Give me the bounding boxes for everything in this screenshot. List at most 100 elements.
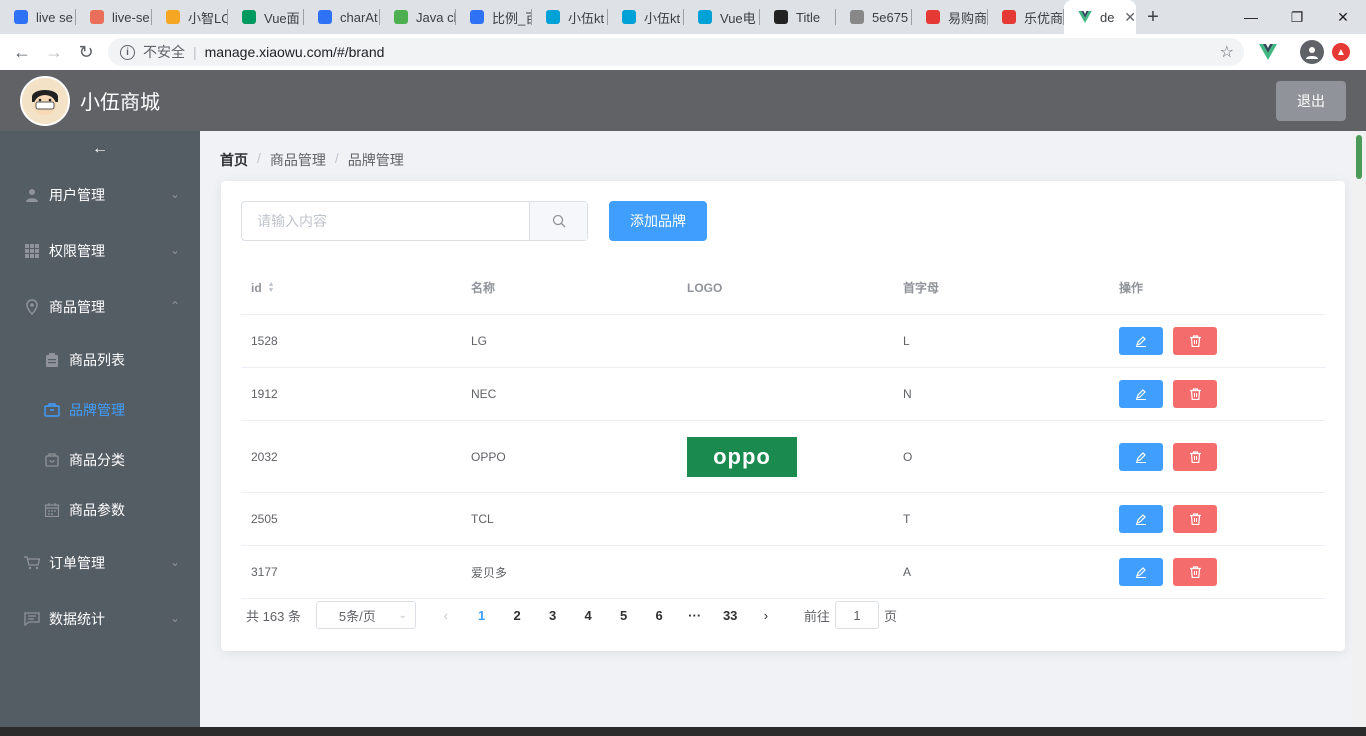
page-number[interactable]: 3 (535, 608, 571, 623)
trash-icon (1189, 566, 1201, 578)
browser-tab[interactable]: 小伍kt (608, 0, 684, 34)
search-button[interactable] (529, 202, 587, 240)
delete-button[interactable] (1173, 442, 1217, 471)
delete-button[interactable] (1173, 558, 1217, 586)
browser-tab-title: Vue面 (264, 10, 300, 26)
address-bar-row: ← → ↻ i 不安全 | manage.xiaowu.com/#/brand … (0, 34, 1366, 70)
omnibox[interactable]: i 不安全 | manage.xiaowu.com/#/brand ☆ (108, 38, 1244, 66)
sidebar-menu-label: 数据统计 (49, 611, 105, 627)
smile-icon (166, 10, 180, 24)
browser-tab[interactable]: Vue面 (228, 0, 304, 34)
logout-button[interactable]: 退出 (1276, 81, 1346, 121)
sidebar-submenu-item[interactable]: 商品分类 (0, 435, 200, 485)
url-text[interactable]: manage.xiaowu.com/#/brand (205, 44, 385, 60)
bag-icon (44, 452, 60, 468)
sidebar-submenu-label: 商品分类 (69, 452, 125, 468)
page-number[interactable]: 4 (570, 608, 606, 623)
forward-icon[interactable]: → (38, 36, 70, 68)
page-number[interactable]: 33 (712, 608, 748, 623)
cell-id: 3177 (251, 565, 278, 579)
browser-tab[interactable]: 乐优商 (988, 0, 1064, 34)
delete-button[interactable] (1173, 505, 1217, 533)
jianshu-icon (90, 10, 104, 24)
page-size-select[interactable]: 5条/页 ⌄ (315, 601, 416, 629)
goto-page-input[interactable]: 1 (834, 601, 879, 629)
profile-icon[interactable] (1300, 40, 1324, 64)
sidebar-menu-item[interactable]: 商品管理 ⌃ (0, 279, 200, 335)
update-icon[interactable]: ▲ (1332, 43, 1350, 61)
page-number[interactable]: 6 (641, 608, 677, 623)
browser-tab[interactable]: Title (760, 0, 836, 34)
sidebar-menu-item[interactable]: 用户管理 ⌄ (0, 167, 200, 223)
app-title: 小伍商城 (80, 92, 160, 114)
browser-tab[interactable]: 易购商 (912, 0, 988, 34)
edit-button[interactable] (1119, 327, 1163, 355)
page-number[interactable]: 2 (499, 608, 535, 623)
pagination: 共 163 条 5条/页 ⌄ ‹ 1 2 3 4 5 6 ··· 33 › 前往 1 页 (246, 601, 897, 629)
chevron-down-icon: ⌄ (169, 555, 180, 569)
search-input[interactable]: 请输入内容 (242, 202, 529, 240)
cell-actions (1109, 442, 1325, 471)
breadcrumb-home[interactable]: 首页 (220, 150, 248, 170)
edit-icon (1136, 567, 1146, 578)
next-page-icon[interactable]: › (748, 608, 784, 623)
sidebar-menu-item[interactable]: 权限管理 ⌄ (0, 223, 200, 279)
browser-tab[interactable]: Java cl (380, 0, 456, 34)
main-content: 首页 / 商品管理 / 品牌管理 请输入内容 添加品牌 id ▲ ▼ 名称 LOGO… (200, 131, 1352, 736)
browser-tab[interactable]: 小伍kt (532, 0, 608, 34)
browser-tab-title: 易购商 (948, 10, 988, 26)
sidebar-submenu-label: 商品列表 (69, 352, 125, 368)
sort-caret-icon[interactable]: ▲ ▼ (268, 281, 275, 294)
browser-tab-title: 比例_百 (492, 10, 532, 26)
browser-tab[interactable]: charAt (304, 0, 380, 34)
browser-tab[interactable]: 小智LC (152, 0, 228, 34)
clipboard-icon (44, 352, 60, 368)
edit-button[interactable] (1119, 380, 1163, 408)
edit-button[interactable] (1119, 442, 1163, 471)
delete-button[interactable] (1173, 327, 1217, 355)
page-more-icon[interactable]: ··· (677, 608, 713, 623)
page-scrollbar[interactable] (1352, 131, 1366, 736)
close-tab-icon[interactable]: ✕ (1124, 9, 1136, 26)
scrollbar-thumb[interactable] (1356, 135, 1362, 179)
browser-tab[interactable]: Vue电 (684, 0, 760, 34)
goto-label: 前往 (803, 608, 830, 624)
table-row: 3177 爱贝多 A (241, 546, 1325, 599)
close-window-icon[interactable]: ✕ (1320, 0, 1366, 34)
back-icon[interactable]: ← (6, 36, 38, 68)
prev-page-icon[interactable]: ‹ (428, 608, 464, 623)
browser-tab[interactable]: 比例_百 (456, 0, 532, 34)
sidebar-menu-item[interactable]: 数据统计 ⌄ (0, 591, 200, 647)
info-icon[interactable]: i (120, 44, 135, 60)
browser-tab[interactable]: live-se (76, 0, 152, 34)
cell-logo: oppo (677, 436, 893, 477)
sidebar-menu-item[interactable]: 订单管理 ⌄ (0, 535, 200, 591)
browser-tab-title: de (1100, 9, 1115, 25)
page-number[interactable]: 5 (606, 608, 642, 623)
column-header-id[interactable]: id ▲ ▼ (241, 281, 461, 295)
browser-tab-title: 小伍kt (644, 10, 681, 26)
table-header: id ▲ ▼ 名称 LOGO 首字母 操作 (241, 261, 1325, 315)
sidebar-submenu-item[interactable]: 商品列表 (0, 335, 200, 385)
browser-tab[interactable]: live se (0, 0, 76, 34)
cell-letter: N (903, 387, 912, 401)
browser-tab[interactable]: 5e675 (836, 0, 912, 34)
sidebar-submenu-item[interactable]: 品牌管理 (0, 385, 200, 435)
edit-button[interactable] (1119, 505, 1163, 533)
new-tab-button[interactable]: + (1136, 0, 1170, 34)
page-number[interactable]: 1 (464, 608, 500, 623)
bookmark-star-icon[interactable]: ☆ (1220, 42, 1234, 62)
delete-button[interactable] (1173, 380, 1217, 408)
sidebar-submenu-item[interactable]: 商品参数 (0, 485, 200, 535)
grid-icon (24, 243, 40, 259)
reload-icon[interactable]: ↻ (70, 36, 102, 68)
cell-id: 1912 (251, 387, 278, 401)
collapse-arrow-icon[interactable]: ← (0, 131, 200, 167)
edit-button[interactable] (1119, 558, 1163, 586)
vue-devtools-icon[interactable] (1256, 40, 1280, 64)
add-brand-button[interactable]: 添加品牌 (609, 201, 707, 241)
restore-icon[interactable]: ❐ (1274, 0, 1320, 34)
cell-actions (1109, 327, 1325, 355)
minimize-icon[interactable]: — (1228, 0, 1274, 34)
browser-tab-active[interactable]: de ✕ (1064, 0, 1136, 34)
